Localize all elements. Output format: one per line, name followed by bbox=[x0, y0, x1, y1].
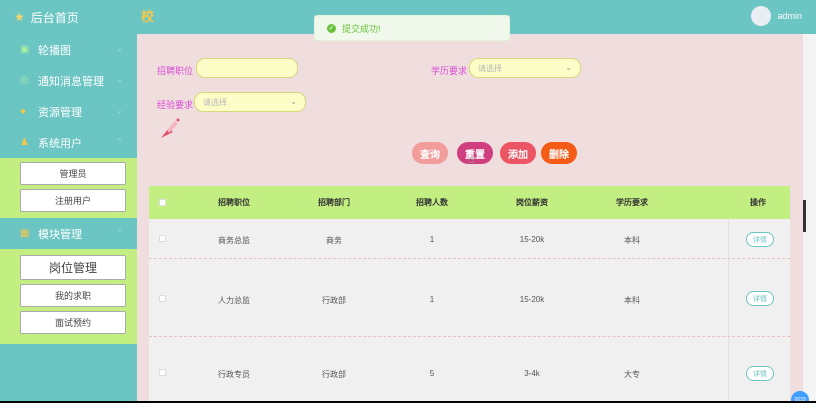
folder-icon: ● bbox=[20, 106, 27, 117]
chevron-up-icon: ⌃ bbox=[116, 137, 123, 146]
hand-cursor-icon: ☝ bbox=[468, 154, 475, 166]
cell-count: 1 bbox=[429, 295, 435, 304]
bottom-edge bbox=[0, 401, 816, 411]
rocket-icon bbox=[161, 118, 180, 138]
menu-label: 轮播图 bbox=[38, 44, 71, 57]
th-department: 招聘部门 bbox=[318, 198, 350, 207]
select-all-checkbox[interactable] bbox=[159, 199, 166, 206]
app-logo: 校 bbox=[141, 9, 155, 24]
sidebar-item-job-management[interactable]: 岗位管理 bbox=[20, 255, 126, 280]
row-checkbox[interactable] bbox=[159, 295, 166, 302]
education-label: 学历要求 bbox=[431, 66, 468, 76]
cell-count: 1 bbox=[429, 235, 435, 244]
cell-education: 本科 bbox=[624, 296, 640, 305]
cell-department: 行政部 bbox=[322, 296, 346, 305]
chevron-down-icon: ⌄ bbox=[290, 97, 297, 106]
table-row: 行政专员 行政部 5 3-4k 大专 详情 bbox=[149, 337, 790, 401]
sidebar-menu-module[interactable]: ▦ 模块管理 ⌃ bbox=[0, 218, 137, 249]
chevron-down-icon: ⌄ bbox=[116, 44, 123, 53]
cell-salary: 15-20k bbox=[519, 235, 545, 244]
sidebar-menu-carousel[interactable]: ▣ 轮播图 ⌄ bbox=[0, 34, 137, 65]
sidebar-menu-notice[interactable]: ◎ 通知消息管理 ⌄ bbox=[0, 65, 137, 96]
grid-icon: ▦ bbox=[20, 228, 30, 239]
main-content: 招聘职位 学历要求 请选择 ⌄ 经验要求 请选择 ⌄ 查询 重置 添加 删除 ☝… bbox=[137, 34, 803, 401]
chevron-down-icon: ⌄ bbox=[116, 106, 123, 115]
cell-education: 大专 bbox=[624, 370, 640, 379]
menu-label: 系统用户 bbox=[38, 137, 82, 150]
education-select[interactable]: 请选择 ⌄ bbox=[469, 58, 581, 78]
menu-label: 通知消息管理 bbox=[38, 75, 104, 88]
sidebar: ▣ 轮播图 ⌄ ◎ 通知消息管理 ⌄ ● 资源管理 ⌄ ♟ 系统用户 ⌃ 管理员… bbox=[0, 34, 137, 401]
experience-select[interactable]: 请选择 ⌄ bbox=[194, 92, 306, 112]
position-input[interactable] bbox=[196, 58, 298, 78]
th-position: 招聘职位 bbox=[218, 198, 250, 207]
home-icon: ★ bbox=[14, 10, 25, 24]
system-user-submenu: 管理员 注册用户 bbox=[0, 158, 137, 218]
user-icon: ♟ bbox=[20, 137, 29, 148]
home-link[interactable]: ★ 后台首页 bbox=[0, 0, 137, 34]
detail-button[interactable]: 详情 bbox=[746, 366, 774, 381]
chevron-up-icon: ⌃ bbox=[116, 228, 123, 237]
toast-message: 提交成功! bbox=[342, 23, 381, 34]
th-count: 招聘人数 bbox=[416, 198, 448, 207]
chevron-down-icon: ⌄ bbox=[116, 75, 123, 84]
table-row: 商务总监 商务 1 15-20k 本科 详情 bbox=[149, 219, 790, 259]
experience-label: 经验要求 bbox=[157, 100, 194, 110]
table-header: 招聘职位 招聘部门 招聘人数 岗位薪资 学历要求 操作 bbox=[149, 186, 790, 219]
sidebar-item-interview[interactable]: 面试预约 bbox=[20, 311, 126, 334]
job-table: 招聘职位 招聘部门 招聘人数 岗位薪资 学历要求 操作 商务总监 商务 1 15… bbox=[149, 186, 790, 401]
cell-position: 行政专员 bbox=[218, 370, 250, 379]
image-icon: ▣ bbox=[20, 44, 30, 55]
table-row: 人力总监 行政部 1 15-20k 本科 详情 bbox=[149, 259, 790, 337]
add-button[interactable]: 添加 bbox=[500, 142, 536, 164]
th-salary: 岗位薪资 bbox=[516, 198, 548, 207]
sidebar-item-admin[interactable]: 管理员 bbox=[20, 162, 126, 185]
sidebar-menu-system-user[interactable]: ♟ 系统用户 ⌃ bbox=[0, 127, 137, 158]
sidebar-item-registered-user[interactable]: 注册用户 bbox=[20, 189, 126, 212]
home-label: 后台首页 bbox=[30, 10, 79, 25]
experience-placeholder: 请选择 bbox=[203, 97, 227, 107]
sidebar-menu-resource[interactable]: ● 资源管理 ⌄ bbox=[0, 96, 137, 127]
bell-icon: ◎ bbox=[20, 75, 29, 86]
th-actions: 操作 bbox=[750, 198, 766, 207]
username: admin bbox=[777, 11, 802, 21]
success-toast: ✓ 提交成功! bbox=[314, 15, 510, 41]
query-button[interactable]: 查询 bbox=[412, 142, 448, 164]
position-label: 招聘职位 bbox=[157, 66, 194, 76]
cell-salary: 3-4k bbox=[524, 369, 540, 378]
sidebar-item-my-applications[interactable]: 我的求职 bbox=[20, 284, 126, 307]
detail-button[interactable]: 详情 bbox=[746, 291, 774, 306]
cell-department: 商务 bbox=[326, 236, 342, 245]
menu-label: 模块管理 bbox=[38, 228, 82, 241]
user-menu[interactable]: admin bbox=[751, 6, 802, 26]
detail-button[interactable]: 详情 bbox=[746, 232, 774, 247]
cell-count: 5 bbox=[429, 369, 435, 378]
row-checkbox[interactable] bbox=[159, 235, 166, 242]
cell-salary: 15-20k bbox=[519, 295, 545, 304]
cell-education: 本科 bbox=[624, 236, 640, 245]
delete-button[interactable]: 删除 bbox=[541, 142, 577, 164]
th-education: 学历要求 bbox=[616, 198, 648, 207]
reset-button[interactable]: 重置 bbox=[457, 142, 493, 164]
success-check-icon: ✓ bbox=[327, 23, 336, 33]
row-checkbox[interactable] bbox=[159, 369, 166, 376]
avatar[interactable] bbox=[751, 6, 772, 26]
chevron-down-icon: ⌄ bbox=[565, 63, 572, 72]
cell-position: 人力总监 bbox=[218, 296, 250, 305]
cell-department: 行政部 bbox=[322, 370, 346, 379]
menu-label: 资源管理 bbox=[38, 106, 82, 119]
module-submenu: 岗位管理 我的求职 面试预约 bbox=[0, 249, 137, 344]
scrollbar-thumb[interactable] bbox=[803, 200, 806, 232]
cell-position: 商务总监 bbox=[218, 236, 250, 245]
education-placeholder: 请选择 bbox=[478, 63, 502, 73]
